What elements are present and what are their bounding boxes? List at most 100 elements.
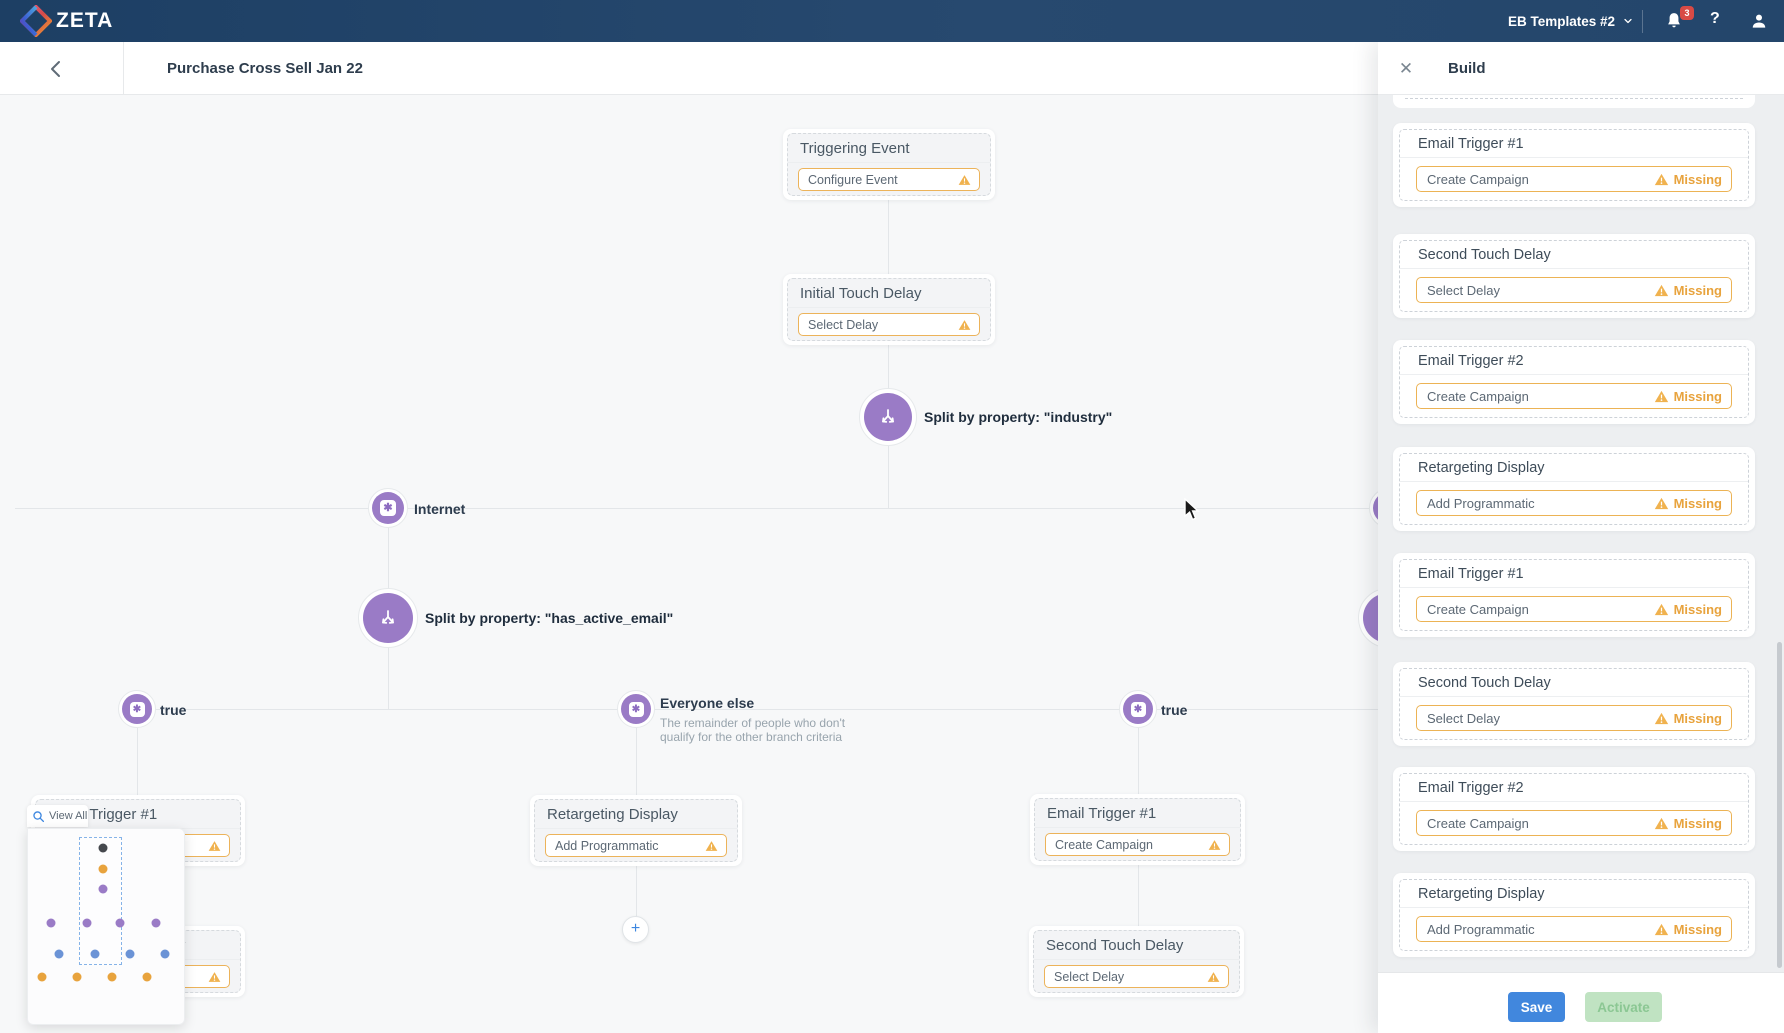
warning-icon [705,840,718,852]
configure-event-button[interactable]: Configure Event [798,168,980,191]
split-icon [875,406,901,428]
notification-count-badge: 3 [1680,6,1694,20]
missing-status: Missing [1654,389,1722,404]
panel-footer: Save Activate [1378,972,1784,1033]
view-all-button[interactable]: View All [27,805,88,827]
help-icon[interactable]: ? [1710,10,1720,28]
warning-icon [958,174,971,186]
missing-status: Missing [1654,711,1722,726]
split-node-has-active-email[interactable] [358,588,418,648]
search-icon [32,810,45,823]
warning-icon [1654,390,1669,403]
workspace-selector[interactable]: EB Templates #2 [1508,0,1634,42]
split-node-industry[interactable] [859,388,917,446]
titlebar-divider [123,42,124,95]
warning-icon [958,319,971,331]
connector [388,528,389,592]
minimap-node-dot [108,973,117,982]
save-button[interactable]: Save [1508,992,1565,1022]
connector [137,728,138,795]
panel-scrollbar[interactable] [1777,642,1782,968]
add-step-button[interactable]: + [622,916,649,943]
select-delay-button[interactable]: Select Delay [1044,965,1229,988]
activate-button[interactable]: Activate [1585,992,1662,1022]
panel-card[interactable]: Email Trigger #2 Create Campaign Missing [1393,767,1755,851]
select-delay-button[interactable]: Select Delay [798,313,980,336]
build-panel-title: Build [1448,60,1486,77]
minimap-node-dot [161,950,170,959]
branch-node-true-1[interactable]: ✱ [118,690,156,728]
select-delay-button[interactable]: Select Delay Missing [1416,705,1732,731]
asterisk-icon: ✱ [629,702,644,717]
minimap-node-dot [55,950,64,959]
add-programmatic-button[interactable]: Add Programmatic Missing [1416,490,1732,516]
node-title: Retargeting Display [535,800,737,829]
split-icon [375,607,401,629]
node-email-trigger-1-right[interactable]: Email Trigger #1 Create Campaign [1030,794,1245,865]
node-retargeting-display[interactable]: Retargeting Display Add Programmatic [530,795,742,866]
connector [888,446,889,508]
connector [636,866,637,917]
create-campaign-button[interactable]: Create Campaign Missing [1416,596,1732,622]
journey-canvas[interactable]: Triggering Event Configure Event Initial… [0,95,1378,1033]
branch-line-industry [15,508,1378,509]
minimap-node-dot [116,919,125,928]
branch-node-everyone-else[interactable]: ✱ [617,690,655,728]
panel-card-title: Second Touch Delay [1400,669,1748,697]
missing-status: Missing [1654,496,1722,511]
minimap-node-dot [152,919,161,928]
panel-card[interactable]: Retargeting Display Add Programmatic Mis… [1393,873,1755,957]
build-panel: ✕ Build Email Trigger #1 Create Campaign… [1378,42,1784,1033]
minimap-node-dot [99,865,108,874]
asterisk-icon: ✱ [130,702,145,717]
warning-icon [1654,173,1669,186]
create-campaign-button[interactable]: Create Campaign Missing [1416,166,1732,192]
node-triggering-event[interactable]: Triggering Event Configure Event [783,129,995,200]
minimap-node-dot [91,950,100,959]
build-panel-body[interactable]: Email Trigger #1 Create Campaign Missing… [1378,95,1784,972]
branch-label-internet: Internet [414,501,465,517]
minimap[interactable] [27,828,185,1025]
panel-card[interactable]: Retargeting Display Add Programmatic Mis… [1393,447,1755,531]
close-icon[interactable]: ✕ [1394,57,1418,81]
create-campaign-button[interactable]: Create Campaign [1045,833,1230,856]
panel-card-title: Retargeting Display [1400,880,1748,908]
zeta-logo-icon[interactable] [20,5,52,37]
back-button[interactable] [42,56,68,82]
add-programmatic-button[interactable]: Add Programmatic [545,834,727,857]
warning-icon [208,840,221,852]
connector [888,345,889,392]
branch-node-clipped[interactable] [1369,488,1378,528]
branch-node-true-2[interactable]: ✱ [1119,690,1157,728]
workspace-label: EB Templates #2 [1508,14,1615,29]
panel-card[interactable]: Second Touch Delay Select Delay Missing [1393,234,1755,318]
create-campaign-button[interactable]: Create Campaign Missing [1416,383,1732,409]
missing-status: Missing [1654,922,1722,937]
missing-status: Missing [1654,602,1722,617]
panel-card[interactable]: Email Trigger #1 Create Campaign Missing [1393,123,1755,207]
missing-status: Missing [1654,816,1722,831]
branch-label-true-2: true [1161,702,1187,718]
split-node-clipped[interactable] [1358,588,1378,648]
add-programmatic-button[interactable]: Add Programmatic Missing [1416,916,1732,942]
connector [1138,865,1139,926]
branch-node-internet[interactable]: ✱ [368,488,408,528]
app-root: ZETA EB Templates #2 3 ? Purchase Cross … [0,0,1784,1033]
node-title: Email Trigger #1 [1035,799,1240,828]
connector [888,200,889,274]
minimap-viewport[interactable] [79,837,122,965]
minimap-node-dot [73,973,82,982]
select-delay-button[interactable]: Select Delay Missing [1416,277,1732,303]
node-second-touch-delay-right[interactable]: Second Touch Delay Select Delay [1029,926,1244,997]
panel-card[interactable]: Second Touch Delay Select Delay Missing [1393,662,1755,746]
panel-card[interactable]: Email Trigger #1 Create Campaign Missing [1393,553,1755,637]
panel-card[interactable]: Email Trigger #2 Create Campaign Missing [1393,340,1755,424]
create-campaign-button[interactable]: Create Campaign Missing [1416,810,1732,836]
user-profile-icon[interactable] [1749,11,1769,31]
node-initial-touch-delay[interactable]: Initial Touch Delay Select Delay [783,274,995,345]
connector [1138,728,1139,794]
branch-label-true-1: true [160,702,186,718]
chevron-down-icon [1622,15,1634,27]
panel-card-title: Email Trigger #2 [1400,774,1748,802]
warning-icon [1654,923,1669,936]
